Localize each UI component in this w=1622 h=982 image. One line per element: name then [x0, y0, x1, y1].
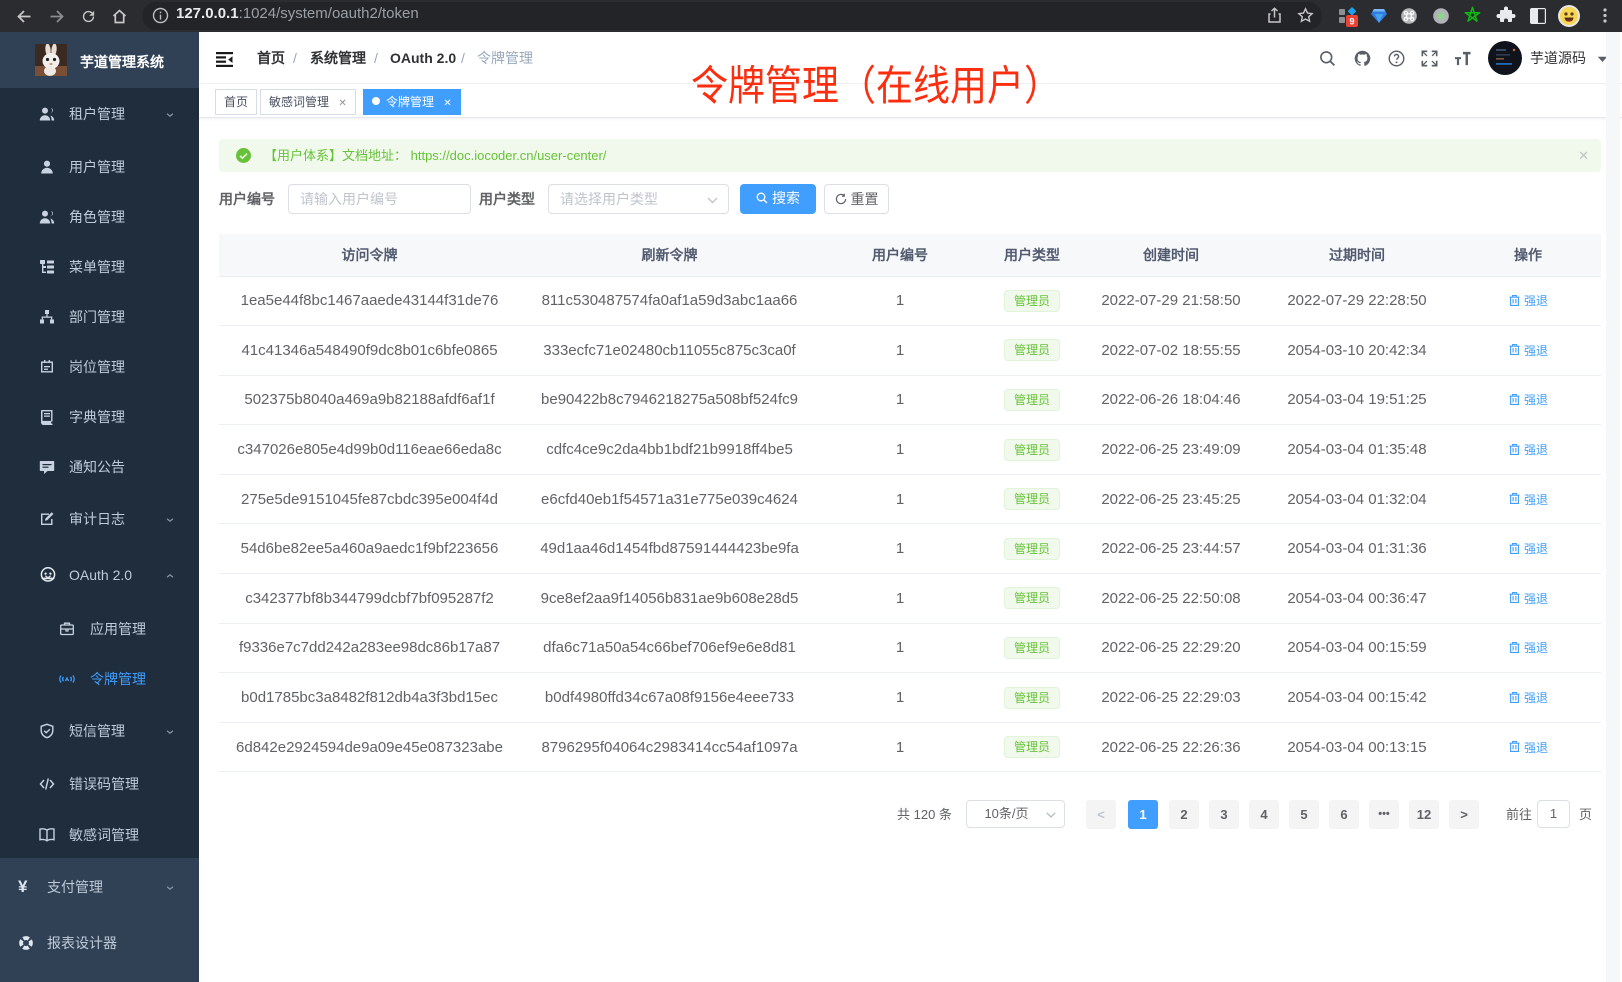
- svg-text:9: 9: [1349, 17, 1354, 27]
